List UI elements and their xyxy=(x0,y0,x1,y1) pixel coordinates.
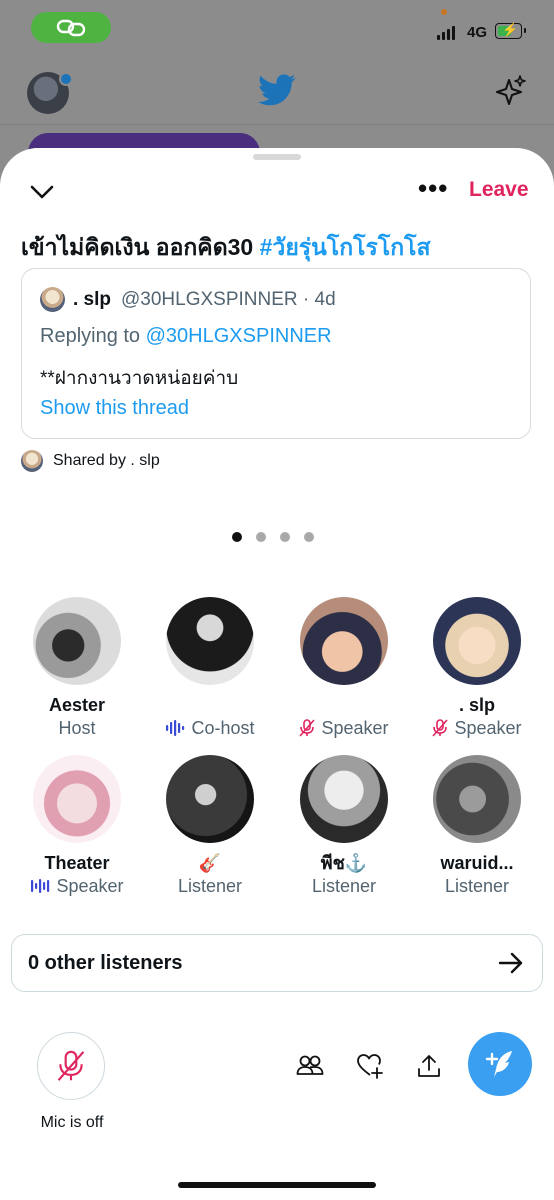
pager-dot[interactable] xyxy=(304,532,314,542)
heart-add-icon[interactable] xyxy=(356,1053,384,1079)
pager-dot[interactable] xyxy=(256,532,266,542)
participant-role: Speaker xyxy=(277,716,411,740)
show-thread-link[interactable]: Show this thread xyxy=(40,397,189,420)
participant-name: . slp xyxy=(458,695,495,715)
battery-icon: ⚡ xyxy=(495,22,526,39)
participant-role-label: Listener xyxy=(311,876,377,896)
participant-aester[interactable]: Aester Host xyxy=(10,597,144,740)
link-pill[interactable] xyxy=(31,12,111,43)
participant-name: Theater xyxy=(44,853,110,873)
space-title-hashtag[interactable]: #วัยรุ่นโกโรโกโส xyxy=(260,234,431,260)
mic-status-label: Mic is off xyxy=(40,1114,104,1131)
mic-off-icon xyxy=(299,719,316,737)
participant-role: Listener xyxy=(277,874,411,898)
network-type: 4G xyxy=(467,24,488,41)
notification-dot xyxy=(59,72,73,86)
participant-avatar[interactable] xyxy=(300,597,388,685)
share-icon[interactable] xyxy=(416,1053,442,1079)
leave-button[interactable]: Leave xyxy=(469,178,529,202)
status-bar: 4G ⚡ xyxy=(0,0,554,60)
pager-dot[interactable] xyxy=(232,532,242,542)
participant-guitar[interactable]: 🎸 Listener xyxy=(143,755,277,898)
participant-name xyxy=(277,694,411,716)
tweet-body: **ฝากงานวาดหน่อยค่าบ xyxy=(40,368,239,389)
participant-avatar[interactable] xyxy=(33,755,121,843)
participant-peach[interactable]: พีช⚓️ Listener xyxy=(277,755,411,898)
twitter-bird-icon xyxy=(258,74,296,106)
participant-avatar[interactable] xyxy=(33,597,121,685)
participant-role: Listener xyxy=(143,874,277,898)
participant-name: waruid... xyxy=(440,853,514,873)
participant-name xyxy=(143,694,277,716)
participant-role: Host xyxy=(10,716,144,740)
participant-role-label: Speaker xyxy=(454,718,522,738)
mic-toggle-button[interactable] xyxy=(37,1032,105,1100)
feather-plus-icon xyxy=(485,1051,512,1077)
participant-avatar[interactable] xyxy=(433,597,521,685)
compose-tweet-button[interactable] xyxy=(468,1032,532,1096)
space-sheet: ••• Leave เข้าไม่คิดเงิน ออกคิด30 #วัยรุ… xyxy=(0,148,554,1200)
participant-waruid[interactable]: waruid... Listener xyxy=(410,755,544,898)
signal-icon xyxy=(437,26,455,40)
arrow-right-icon xyxy=(498,952,523,974)
participant-role-label: Listener xyxy=(444,876,510,896)
participant-role-label: Host xyxy=(58,718,96,738)
participant-role-label: Speaker xyxy=(321,718,389,738)
speaking-wave-icon xyxy=(31,879,50,893)
participant-role-label: Listener xyxy=(177,876,243,896)
participant-theater[interactable]: Theater Speaker xyxy=(10,755,144,898)
shared-by-avatar xyxy=(21,450,43,472)
space-title: เข้าไม่คิดเงิน ออกคิด30 #วัยรุ่นโกโรโกโส xyxy=(21,230,431,266)
chevron-down-icon[interactable] xyxy=(28,178,56,206)
participant-role: Speaker xyxy=(10,874,144,898)
participant-role-label: Co-host xyxy=(191,718,255,738)
mic-off-icon xyxy=(57,1050,85,1081)
participant-avatar[interactable] xyxy=(166,597,254,685)
tweet-time: · 4d xyxy=(302,289,336,310)
replying-to: Replying to @30HLGXSPINNER xyxy=(40,325,332,348)
home-indicator xyxy=(178,1182,376,1188)
participant-avatar[interactable] xyxy=(300,755,388,843)
pager-dots[interactable] xyxy=(232,532,314,542)
replying-prefix: Replying to xyxy=(40,325,146,347)
participant-avatar[interactable] xyxy=(166,755,254,843)
tweet-handle-text: @30HLGXSPINNER xyxy=(121,289,298,310)
participant-role: Speaker xyxy=(410,716,544,740)
more-options-icon[interactable]: ••• xyxy=(418,175,448,201)
participant-role: Co-host xyxy=(143,716,277,740)
space-title-text: เข้าไม่คิดเงิน ออกคิด30 xyxy=(21,234,260,260)
sheet-grabber[interactable] xyxy=(253,154,301,160)
shared-tweet-card[interactable]: . slp @30HLGXSPINNER · 4d Replying to @3… xyxy=(21,268,531,439)
mic-off-icon xyxy=(432,719,449,737)
participant-cohost[interactable]: Co-host xyxy=(143,597,277,740)
tweet-author-name: . slp xyxy=(73,289,112,310)
participant-name: Aester xyxy=(48,695,106,715)
tweet-author-handle: @30HLGXSPINNER · 4d xyxy=(121,289,336,311)
participant-name: 🎸 xyxy=(198,853,222,873)
privacy-indicator xyxy=(441,9,447,15)
pager-dot[interactable] xyxy=(280,532,290,542)
other-listeners-label: 0 other listeners xyxy=(28,952,183,974)
participant-role-label: Speaker xyxy=(56,876,124,896)
sparkle-icon[interactable] xyxy=(494,74,528,108)
shared-by-label: Shared by . slp xyxy=(53,452,160,469)
participant-name: พีช⚓️ xyxy=(320,853,368,873)
other-listeners-button[interactable]: 0 other listeners xyxy=(11,934,543,992)
participant-avatar[interactable] xyxy=(433,755,521,843)
people-icon[interactable] xyxy=(296,1053,324,1077)
speaking-wave-icon xyxy=(166,720,185,736)
link-icon xyxy=(56,19,86,36)
participant-role: Listener xyxy=(410,874,544,898)
replying-mention[interactable]: @30HLGXSPINNER xyxy=(146,325,332,347)
participant-slp[interactable]: . slp Speaker xyxy=(410,597,544,740)
tweet-author-avatar[interactable] xyxy=(40,287,65,312)
participant-speaker[interactable]: Speaker xyxy=(277,597,411,740)
